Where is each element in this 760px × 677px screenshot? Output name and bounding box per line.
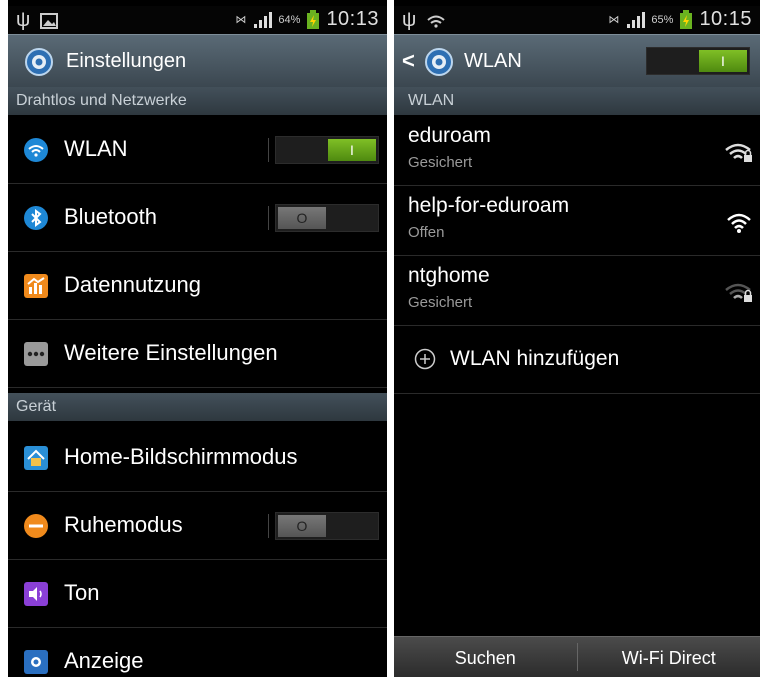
network-item[interactable]: ntghome Gesichert (394, 256, 760, 326)
settings-item-wlan[interactable]: WLAN I (8, 116, 387, 184)
settings-item-label: Anzeige (64, 648, 144, 673)
settings-gear-icon (25, 48, 53, 76)
settings-item-sound[interactable]: Ton (8, 560, 387, 628)
settings-gear-icon (425, 48, 453, 76)
settings-item-label: Home-Bildschirmmodus (64, 444, 298, 469)
network-ssid: help-for-eduroam (408, 194, 570, 217)
status-bar: ψ ⋈ 64% 10:13 (8, 6, 387, 34)
settings-item-label: WLAN (64, 136, 128, 161)
add-network-label: WLAN hinzufügen (450, 347, 620, 370)
divider (268, 206, 269, 230)
network-security: Gesichert (408, 294, 473, 311)
settings-item-label: Weitere Einstellungen (64, 340, 278, 365)
wlan-toggle[interactable]: I (275, 136, 379, 164)
battery-charging-icon (307, 9, 320, 29)
add-circle-icon (414, 348, 436, 370)
wlan-screen: ψ ⋈ 65% 10:15 < WLAN I WLAN eduroam Gesi… (394, 0, 760, 677)
bluetooth-icon (24, 206, 48, 230)
usb-icon: ψ (402, 9, 417, 31)
settings-item-bluetooth[interactable]: Bluetooth O (8, 184, 387, 252)
sound-icon (24, 582, 48, 606)
network-item[interactable]: eduroam Gesichert (394, 116, 760, 186)
sleep-mode-toggle[interactable]: O (275, 512, 379, 540)
wlan-master-toggle[interactable]: I (646, 47, 750, 75)
divider (268, 514, 269, 538)
settings-item-home-screen[interactable]: Home-Bildschirmmodus (8, 424, 387, 492)
toggle-knob: I (328, 139, 376, 161)
network-ssid: ntghome (408, 264, 490, 287)
add-network-item[interactable]: WLAN hinzufügen (394, 326, 760, 394)
settings-item-label: Ton (64, 580, 100, 605)
section-header-wireless: Drahtlos und Netzwerke (8, 87, 387, 115)
wifi-direct-button[interactable]: Wi-Fi Direct (578, 637, 760, 677)
title-bar: < WLAN I (394, 34, 760, 87)
wifi-status-icon (427, 15, 445, 28)
toggle-knob: O (278, 207, 326, 229)
section-header-wlan: WLAN (394, 87, 760, 115)
battery-percent: 65% (651, 13, 674, 26)
network-security: Gesichert (408, 154, 473, 171)
search-button[interactable]: Suchen (394, 637, 577, 677)
title-bar: Einstellungen (8, 34, 387, 87)
back-button[interactable]: < (402, 48, 415, 74)
display-icon (24, 650, 48, 674)
usb-icon: ψ (16, 9, 31, 31)
network-security: Offen (408, 224, 445, 241)
signal-icon (627, 11, 646, 28)
clock: 10:13 (326, 8, 379, 30)
clock: 10:15 (699, 8, 752, 30)
image-icon (40, 12, 59, 29)
more-icon (24, 342, 48, 366)
bluetooth-toggle[interactable]: O (275, 204, 379, 232)
page-title: WLAN (464, 50, 522, 72)
toggle-knob: I (699, 50, 747, 72)
settings-item-label: Datennutzung (64, 272, 201, 297)
nfc-icon: ⋈ (235, 14, 247, 26)
bottom-action-bar: Suchen Wi-Fi Direct (394, 636, 760, 677)
wifi-secured-strong-icon (725, 143, 752, 162)
signal-icon (254, 11, 273, 28)
do-not-disturb-icon (24, 514, 48, 538)
status-bar: ψ ⋈ 65% 10:15 (394, 6, 760, 34)
data-usage-icon (24, 274, 48, 298)
settings-item-more[interactable]: Weitere Einstellungen (8, 320, 387, 388)
settings-item-label: Bluetooth (64, 204, 157, 229)
battery-percent: 64% (278, 13, 301, 26)
settings-item-display[interactable]: Anzeige (8, 628, 387, 677)
divider (268, 138, 269, 162)
wifi-secured-weak-icon (725, 283, 752, 302)
settings-item-data-usage[interactable]: Datennutzung (8, 252, 387, 320)
settings-item-label: Ruhemodus (64, 512, 183, 537)
network-item[interactable]: help-for-eduroam Offen (394, 186, 760, 256)
network-ssid: eduroam (408, 124, 491, 147)
page-title: Einstellungen (66, 50, 187, 72)
section-header-device: Gerät (8, 393, 387, 421)
home-icon (24, 446, 48, 470)
wifi-open-strong-icon (727, 213, 751, 233)
settings-screen: ψ ⋈ 64% 10:13 Einstellungen Drahtlos und… (8, 0, 387, 677)
nfc-icon: ⋈ (608, 14, 620, 26)
battery-charging-icon (680, 9, 693, 29)
toggle-knob: O (278, 515, 326, 537)
wifi-icon (24, 138, 48, 162)
settings-item-sleep-mode[interactable]: Ruhemodus O (8, 492, 387, 560)
